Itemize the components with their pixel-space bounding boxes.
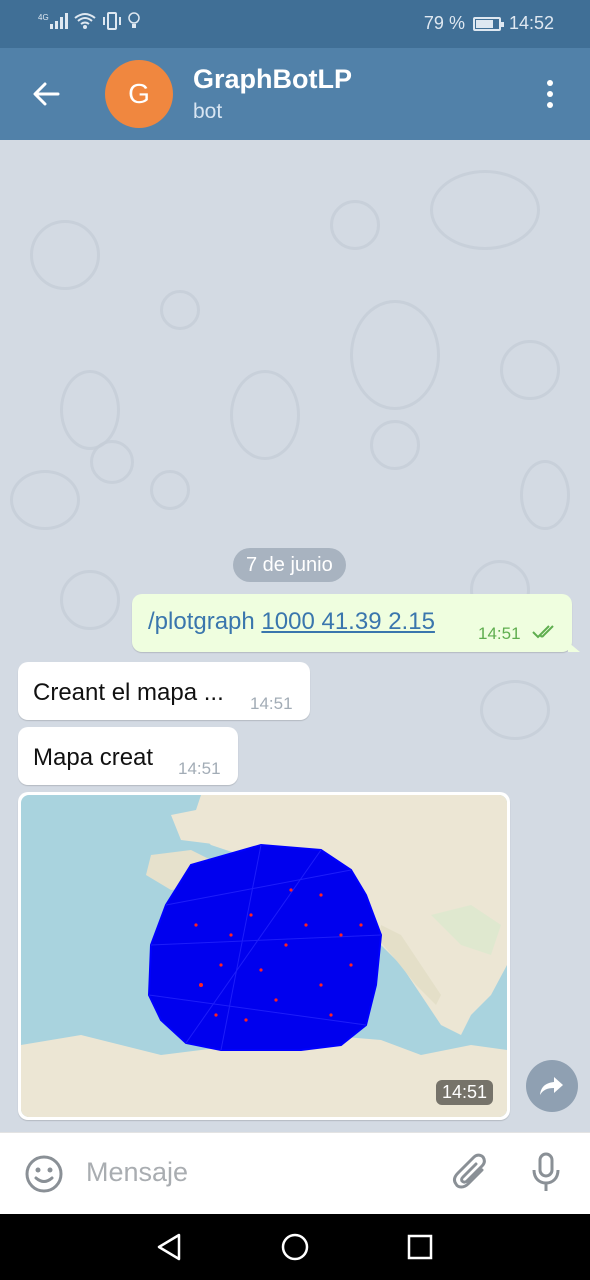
wallpaper-doodle (150, 470, 190, 510)
wallpaper-doodle (480, 680, 550, 740)
more-vertical-icon (547, 80, 553, 86)
wallpaper-doodle (30, 220, 100, 290)
paperclip-icon (453, 1153, 486, 1189)
signal-icon: 4G (38, 13, 68, 29)
vibrate-icon (103, 12, 121, 30)
wallpaper-doodle (160, 290, 200, 330)
photo-time: 14:51 (436, 1080, 494, 1105)
avatar[interactable]: G (105, 60, 173, 128)
wallpaper-doodle (230, 370, 300, 460)
battery-icon (472, 16, 504, 31)
square-recents-icon[interactable] (407, 1234, 433, 1260)
message-text: Mapa creat (33, 744, 154, 771)
map-graph-image[interactable] (21, 795, 507, 1117)
wallpaper-doodle (60, 570, 120, 630)
chat-title[interactable]: GraphBotLP (193, 64, 352, 95)
network-label: 4G (38, 13, 49, 22)
wallpaper-doodle (370, 420, 420, 470)
date-separator: 7 de junio (233, 548, 346, 582)
wallpaper-doodle (430, 170, 540, 250)
back-button[interactable] (26, 74, 66, 114)
command-text[interactable]: /plotgraph 1000 41.39 2.15 (148, 608, 435, 636)
wallpaper-doodle (10, 470, 80, 530)
wallpaper-doodle (520, 460, 570, 530)
chat-area[interactable]: 7 de junio /plotgraph 1000 41.39 2.15 14… (0, 140, 590, 1132)
wallpaper-doodle (500, 340, 560, 400)
status-icons-left: 4G (38, 12, 140, 30)
command-args-link[interactable]: 1000 41.39 2.15 (261, 608, 435, 635)
status-bar: 4G 79 % 14:52 (0, 0, 590, 48)
bulb-icon (128, 12, 140, 28)
microphone-icon (532, 1152, 560, 1191)
photo-message[interactable]: 14:51 (18, 792, 510, 1120)
message-input[interactable]: Mensaje (86, 1157, 188, 1188)
attach-button[interactable] (452, 1152, 490, 1199)
wallpaper-doodle (60, 370, 120, 450)
battery-level-fill (475, 19, 494, 28)
message-text: Creant el mapa ... (33, 679, 224, 706)
microphone-button[interactable] (530, 1152, 562, 1199)
double-check-icon (532, 625, 554, 639)
message-time: 14:51 (250, 694, 293, 713)
battery-percent: 79 % (423, 13, 465, 33)
share-icon (540, 1077, 563, 1095)
system-nav-bar (0, 1214, 590, 1280)
emoji-button[interactable] (24, 1154, 64, 1199)
wifi-icon (74, 13, 96, 29)
chat-subtitle: bot (193, 100, 223, 123)
wallpaper-doodle (90, 440, 134, 484)
outgoing-message[interactable]: /plotgraph 1000 41.39 2.15 14:51 (132, 594, 580, 652)
clock: 14:52 (508, 13, 554, 33)
command-name[interactable]: /plotgraph (148, 608, 255, 635)
emoji-icon (25, 1155, 63, 1193)
circle-home-icon[interactable] (280, 1232, 310, 1262)
wallpaper-doodle (350, 300, 440, 410)
incoming-message[interactable]: Mapa creat 14:51 (18, 727, 238, 785)
map-graph-image (21, 795, 507, 1117)
triangle-back-icon[interactable] (155, 1232, 183, 1262)
chat-header: G GraphBotLP bot (0, 48, 590, 140)
share-button[interactable] (526, 1060, 578, 1112)
arrow-left-icon (33, 82, 60, 106)
status-icons-right: 79 % 14:52 (424, 13, 554, 34)
wallpaper-doodle (330, 200, 380, 250)
more-options-button[interactable] (536, 76, 564, 112)
incoming-message[interactable]: Creant el mapa ... 14:51 (18, 662, 310, 720)
message-input-bar: Mensaje (0, 1132, 590, 1214)
message-time: 14:51 (178, 759, 221, 778)
message-time: 14:51 (478, 624, 521, 643)
